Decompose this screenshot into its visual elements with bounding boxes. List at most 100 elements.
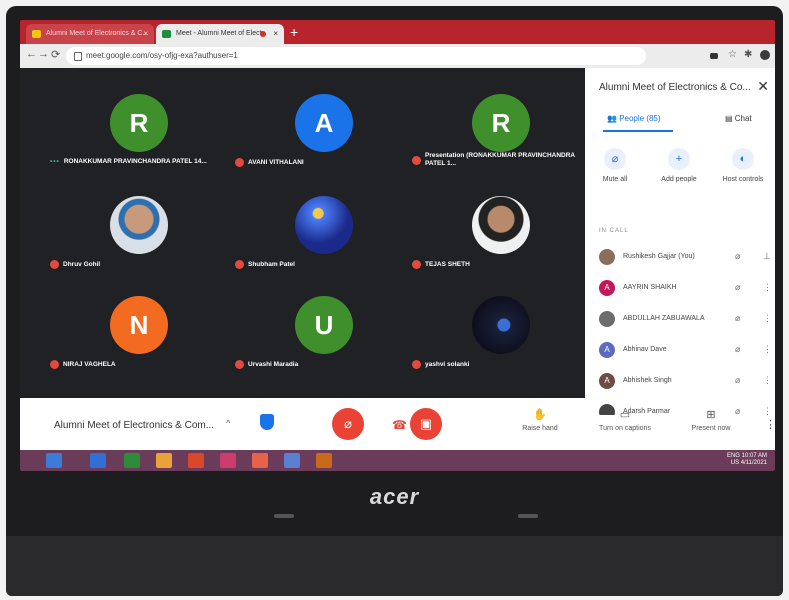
more-options-icon[interactable]: ⋮: [763, 313, 772, 324]
video-grid: R ••• RONAKKUMAR PRAVINCHANDRA PATEL 14..…: [20, 68, 585, 398]
participant-name-row: TEJAS SHETH: [412, 260, 602, 269]
region-indicator: US: [730, 460, 740, 466]
participant-photo: [472, 196, 530, 254]
app-icon[interactable]: [284, 453, 300, 468]
language-indicator: ENG: [726, 453, 740, 459]
participant-tile[interactable]: R ••• RONAKKUMAR PRAVINCHANDRA PATEL 14..…: [50, 94, 230, 186]
participant-tile[interactable]: U Urvashi Maradia: [235, 296, 415, 388]
raise-hand-button[interactable]: ✋ Raise hand: [505, 408, 575, 432]
mic-off-icon: ⌀: [344, 416, 352, 431]
person-name: Abhishek Singh: [623, 377, 672, 384]
captions-button[interactable]: ▭ Turn on captions: [590, 408, 660, 432]
address-bar-row: ← → ⟳ meet.google.com/osy-ofjg-exa?authu…: [20, 44, 775, 68]
avatar: R: [472, 94, 530, 152]
participant-tile[interactable]: A AVANI VITHALANI: [235, 94, 415, 186]
back-icon[interactable]: ←: [26, 48, 37, 60]
more-options-icon[interactable]: ⋮: [763, 375, 772, 386]
list-item[interactable]: A Abhinav Dave ⌀ ⋮: [599, 341, 774, 361]
more-options-icon[interactable]: ⋮: [763, 344, 772, 355]
participant-photo: [295, 196, 353, 254]
participant-photo: [110, 196, 168, 254]
participant-name: Presentation (RONAKKUMAR PRAVINCHANDRA P…: [425, 152, 575, 167]
mute-all-button[interactable]: ⌀ Mute all: [585, 148, 645, 183]
host-controls-button[interactable]: ◐ Host controls: [713, 148, 773, 183]
star-icon[interactable]: ☆: [728, 49, 737, 60]
start-icon[interactable]: [46, 453, 62, 468]
present-now-button[interactable]: ⊞ Present now: [676, 408, 746, 432]
screen: Alumni Meet of Electronics & C... × Meet…: [20, 20, 775, 471]
participant-photo: [472, 296, 530, 354]
laptop-brand-logo: acer: [369, 484, 420, 509]
list-item[interactable]: A AAYRIN SHAIKH ⌀ ⋮: [599, 279, 774, 299]
shield-icon[interactable]: [260, 414, 274, 430]
participant-name: AVANI VITHALANI: [248, 159, 304, 167]
close-tab-icon[interactable]: ×: [273, 24, 278, 44]
add-people-button[interactable]: + Add people: [649, 148, 709, 183]
app-icon[interactable]: [252, 453, 268, 468]
profile-avatar-icon[interactable]: [760, 50, 770, 60]
mic-off-icon: ⌀: [735, 251, 741, 261]
more-options-icon[interactable]: ⋮: [763, 282, 772, 293]
close-panel-icon[interactable]: ✕: [757, 78, 769, 95]
tab-people-label: People (85): [619, 114, 661, 123]
participant-name: NIRAJ VAGHELA: [63, 361, 116, 369]
tab-label: Alumni Meet of Electronics & C...: [46, 30, 149, 37]
present-icon: ⊞: [706, 409, 716, 421]
windows-taskbar: ENG 10:07 AM US 4/11/2021: [20, 450, 775, 471]
mic-off-icon: [50, 260, 59, 269]
chevron-up-icon[interactable]: ^: [226, 418, 230, 428]
system-tray[interactable]: ENG 10:07 AM US 4/11/2021: [727, 453, 767, 467]
app-icon[interactable]: [316, 453, 332, 468]
new-tab-button[interactable]: +: [290, 23, 298, 41]
participant-tile[interactable]: TEJAS SHETH: [412, 196, 592, 288]
leave-call-button[interactable]: ☎: [392, 418, 407, 432]
camera-indicator-icon[interactable]: [710, 53, 718, 59]
list-item[interactable]: Rushikesh Gajjar (You) ⌀ ⊥: [599, 248, 774, 268]
mic-off-icon: ⌀: [735, 344, 741, 354]
tab-people[interactable]: 👥 People (85): [607, 114, 661, 123]
participant-tile[interactable]: Dhruv Gohil: [50, 196, 230, 288]
tab-label: Meet - Alumni Meet of Elect: [176, 30, 262, 37]
extensions-icon[interactable]: ✱: [744, 49, 752, 60]
browser-tab-1[interactable]: Alumni Meet of Electronics & C... ×: [26, 24, 154, 44]
participant-tile[interactable]: N NIRAJ VAGHELA: [50, 296, 230, 388]
participant-name-row: Shubham Patel: [235, 260, 425, 269]
participant-name-row: ••• RONAKKUMAR PRAVINCHANDRA PATEL 14...: [50, 158, 240, 166]
participant-tile[interactable]: yashvi solanki: [412, 296, 592, 388]
captions-icon: ▭: [619, 409, 631, 421]
toggle-icon: ◐: [732, 148, 754, 170]
speaking-indicator-icon: •••: [50, 158, 60, 165]
more-options-icon[interactable]: ⋮: [763, 406, 772, 415]
url-field[interactable]: meet.google.com/osy-ofjg-exa?authuser=1: [66, 47, 646, 65]
participant-name-row: Urvashi Maradia: [235, 360, 425, 369]
ie-icon[interactable]: [90, 453, 106, 468]
browser-tab-2[interactable]: Meet - Alumni Meet of Elect ×: [156, 24, 284, 44]
pin-icon[interactable]: ⊥: [763, 251, 771, 262]
camera-toggle-button[interactable]: ▣: [410, 408, 442, 440]
list-item[interactable]: A Abhishek Singh ⌀ ⋮: [599, 372, 774, 392]
tab-chat[interactable]: ▤ Chat: [725, 114, 752, 123]
mic-toggle-button[interactable]: ⌀: [332, 408, 364, 440]
mic-off-icon: ⌀: [735, 313, 741, 323]
app-icon[interactable]: [188, 453, 204, 468]
forward-icon[interactable]: →: [38, 48, 49, 60]
captions-label: Turn on captions: [599, 425, 651, 432]
meeting-name: Alumni Meet of Electronics & Com...: [54, 420, 215, 431]
participant-tile[interactable]: Shubham Patel: [235, 196, 415, 288]
participant-name: Shubham Patel: [248, 261, 295, 269]
avatar: [599, 311, 615, 327]
list-item[interactable]: ABDULLAH ZABUAWALA ⌀ ⋮: [599, 310, 774, 330]
explorer-icon[interactable]: [124, 453, 140, 468]
in-call-heading: IN CALL: [599, 228, 629, 234]
participant-tile[interactable]: R Presentation (RONAKKUMAR PRAVINCHANDRA…: [412, 94, 592, 186]
reload-icon[interactable]: ⟳: [51, 48, 60, 61]
app-icon[interactable]: [220, 453, 236, 468]
chrome-icon[interactable]: [156, 453, 172, 468]
camera-off-icon: ▣: [419, 416, 433, 431]
browser-tab-bar: Alumni Meet of Electronics & C... × Meet…: [20, 20, 775, 44]
person-name: Rushikesh Gajjar (You): [623, 253, 695, 260]
mic-off-icon: [412, 260, 421, 269]
close-tab-icon[interactable]: ×: [143, 24, 148, 44]
more-options-icon[interactable]: ⋮: [765, 418, 775, 431]
people-panel: Alumni Meet of Electronics & Co... ✕ 👥 P…: [585, 68, 775, 450]
